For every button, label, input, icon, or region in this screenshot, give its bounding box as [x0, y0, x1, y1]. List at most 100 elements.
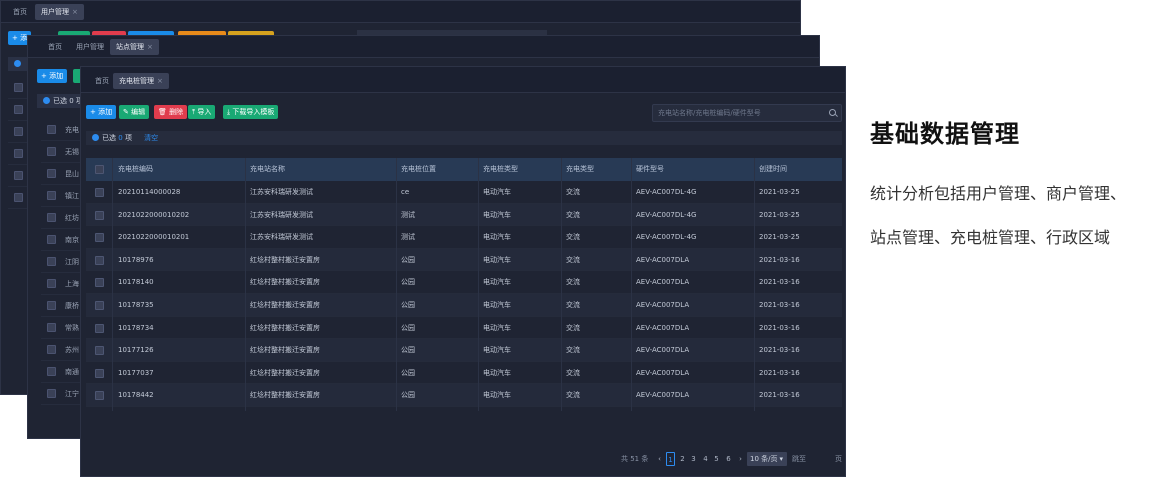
row-checkbox[interactable] [14, 149, 23, 158]
row-checkbox[interactable] [95, 255, 104, 265]
row-checkbox[interactable] [95, 323, 104, 333]
table-cell: 2021-03-25 [759, 233, 800, 242]
table-row[interactable]: 10178734 红埝村整村搬迁安置房 公园 电动汽车 交流 AEV-AC007DLA 20… [86, 317, 842, 340]
station-name: 江阴 [65, 258, 79, 266]
table-row[interactable]: 10178442 红埝村整村搬迁安置房 公园 电动汽车 交流 AEV-AC007DLA 20… [86, 384, 842, 407]
row-checkbox[interactable] [47, 191, 56, 200]
add-button[interactable]: + 添加 [37, 69, 68, 83]
pagination-page-2[interactable]: 2 [678, 452, 687, 466]
row-checkbox[interactable] [95, 346, 104, 356]
search-icon[interactable] [829, 109, 836, 116]
table-cell: 电动汽车 [483, 368, 511, 377]
table-cell: 公园 [401, 323, 415, 332]
table-cell: 交流 [566, 210, 580, 219]
row-checkbox[interactable] [95, 278, 104, 288]
tab-label: 用户管理 [41, 8, 69, 16]
column-header[interactable]: 充电桩类型 [483, 158, 518, 181]
table-cell: 红埝村整村搬迁安置房 [250, 300, 320, 309]
search-placeholder: 充电站名称/充电桩编码/硬件型号 [658, 109, 761, 117]
table-row[interactable]: 2021022000010201 江苏安科瑞研发测试 测试 电动汽车 交流 AEV-AC0… [86, 226, 842, 249]
column-header[interactable]: 充电桩位置 [401, 158, 436, 181]
tab-user-management[interactable]: 用户管理 [70, 39, 110, 55]
table-row[interactable]: 10177037 红埝村整村搬迁安置房 公园 电动汽车 交流 AEV-AC007DLA 20… [86, 362, 842, 385]
row-checkbox[interactable] [14, 83, 23, 92]
column-header[interactable]: 硬件型号 [636, 158, 664, 181]
pagination-page-6[interactable]: 6 [724, 452, 733, 466]
edit-button-label: 编辑 [131, 108, 146, 116]
row-checkbox[interactable] [47, 389, 56, 398]
pagination-page-5[interactable]: 5 [712, 452, 721, 466]
search-input[interactable]: 充电站名称/充电桩编码/硬件型号 [652, 104, 842, 122]
goto-prefix: 跳至 [792, 455, 806, 463]
edit-button[interactable]: ✎ 编辑 [119, 105, 150, 119]
close-icon[interactable]: × [147, 43, 153, 51]
row-checkbox[interactable] [47, 367, 56, 376]
tab-home[interactable]: 首页 [42, 39, 68, 55]
row-checkbox[interactable] [95, 210, 104, 220]
goto-page-input[interactable] [808, 452, 832, 466]
row-checkbox[interactable] [14, 193, 23, 202]
row-checkbox[interactable] [47, 345, 56, 354]
table-row[interactable]: 10178976 红埝村整村搬迁安置房 公园 电动汽车 交流 AEV-AC007DLA 20… [86, 248, 842, 272]
row-checkbox[interactable] [95, 368, 104, 378]
column-header[interactable]: 充电类型 [566, 158, 594, 181]
row-checkbox[interactable] [47, 301, 56, 310]
row-checkbox[interactable] [47, 147, 56, 156]
table-row[interactable]: 10178140 红埝村整村搬迁安置房 公园 电动汽车 交流 AEV-AC007DLA 20… [86, 271, 842, 294]
table-cell: AEV-AC007DLA [636, 368, 690, 377]
tab-station-management[interactable]: 站点管理 × [110, 39, 159, 55]
column-header[interactable]: 创建时间 [759, 158, 787, 181]
download-template-button[interactable]: ⤓ 下载导入模板 [223, 105, 279, 119]
add-button[interactable]: + 添加 [86, 105, 117, 119]
row-checkbox[interactable] [95, 300, 104, 310]
row-checkbox[interactable] [47, 323, 56, 332]
table-cell: 10178442 [118, 391, 154, 400]
close-icon[interactable]: × [72, 8, 78, 16]
table-row[interactable]: 10177126 红埝村整村搬迁安置房 公园 电动汽车 交流 AEV-AC007DLA 20… [86, 339, 842, 362]
row-checkbox[interactable] [95, 188, 104, 197]
delete-button[interactable]: 🗑 删除 [154, 105, 188, 119]
table-cell: 公园 [401, 346, 415, 355]
tab-charging-pile-management[interactable]: 充电桩管理 × [113, 73, 169, 89]
table-cell: 测试 [401, 210, 415, 219]
table-row[interactable]: 20210114000028 江苏安科瑞研发测试 ce 电动汽车 交流 AEV-AC007… [86, 181, 842, 204]
pagination-page-4[interactable]: 4 [701, 452, 710, 466]
import-button[interactable]: ⤒ 导入 [188, 105, 216, 119]
row-checkbox[interactable] [95, 233, 104, 243]
column-header[interactable]: 充电站名称 [250, 158, 285, 181]
table-cell: 10178735 [118, 300, 154, 309]
table-row[interactable]: 2021022000010202 江苏安科瑞研发测试 测试 电动汽车 交流 AEV-AC0… [86, 203, 842, 227]
table-cell: 2021-03-16 [759, 391, 800, 400]
row-checkbox[interactable] [14, 105, 23, 114]
clear-selection-link[interactable]: 清空 [144, 134, 158, 142]
list-item: 上海 [41, 273, 85, 295]
selected-count: 0 [118, 134, 123, 142]
list-item: 江阴 [41, 251, 85, 273]
row-checkbox[interactable] [47, 235, 56, 244]
pagination-prev[interactable]: ‹ [655, 452, 664, 466]
pagination-page-1[interactable]: 1 [666, 452, 675, 466]
close-icon[interactable]: × [157, 77, 163, 85]
tab-home[interactable]: 首页 [89, 73, 115, 89]
row-checkbox[interactable] [14, 127, 23, 136]
table-cell: 2021-03-16 [759, 255, 800, 264]
row-checkbox[interactable] [47, 213, 56, 222]
table-cell: AEV-AC007DLA [636, 278, 690, 287]
column-header[interactable]: 充电桩编码 [118, 158, 153, 181]
row-checkbox[interactable] [47, 125, 56, 134]
row-checkbox[interactable] [47, 169, 56, 178]
select-all-checkbox[interactable] [95, 165, 104, 174]
station-name: 康桥 [65, 302, 79, 310]
tab-user-management[interactable]: 用户管理 × [35, 4, 84, 20]
table-cell: 2021-03-16 [759, 368, 800, 377]
table-row[interactable]: 10178735 红埝村整村搬迁安置房 公园 电动汽车 交流 AEV-AC007DLA 20… [86, 293, 842, 317]
pagination-page-3[interactable]: 3 [689, 452, 698, 466]
page-size-select[interactable]: 10 条/页 ▾ [747, 452, 787, 466]
row-checkbox[interactable] [95, 391, 104, 401]
tab-home[interactable]: 首页 [7, 4, 33, 20]
row-checkbox[interactable] [47, 279, 56, 288]
pagination-next[interactable]: › [736, 452, 745, 466]
station-name: 南通 [65, 368, 79, 376]
row-checkbox[interactable] [47, 257, 56, 266]
row-checkbox[interactable] [14, 171, 23, 180]
